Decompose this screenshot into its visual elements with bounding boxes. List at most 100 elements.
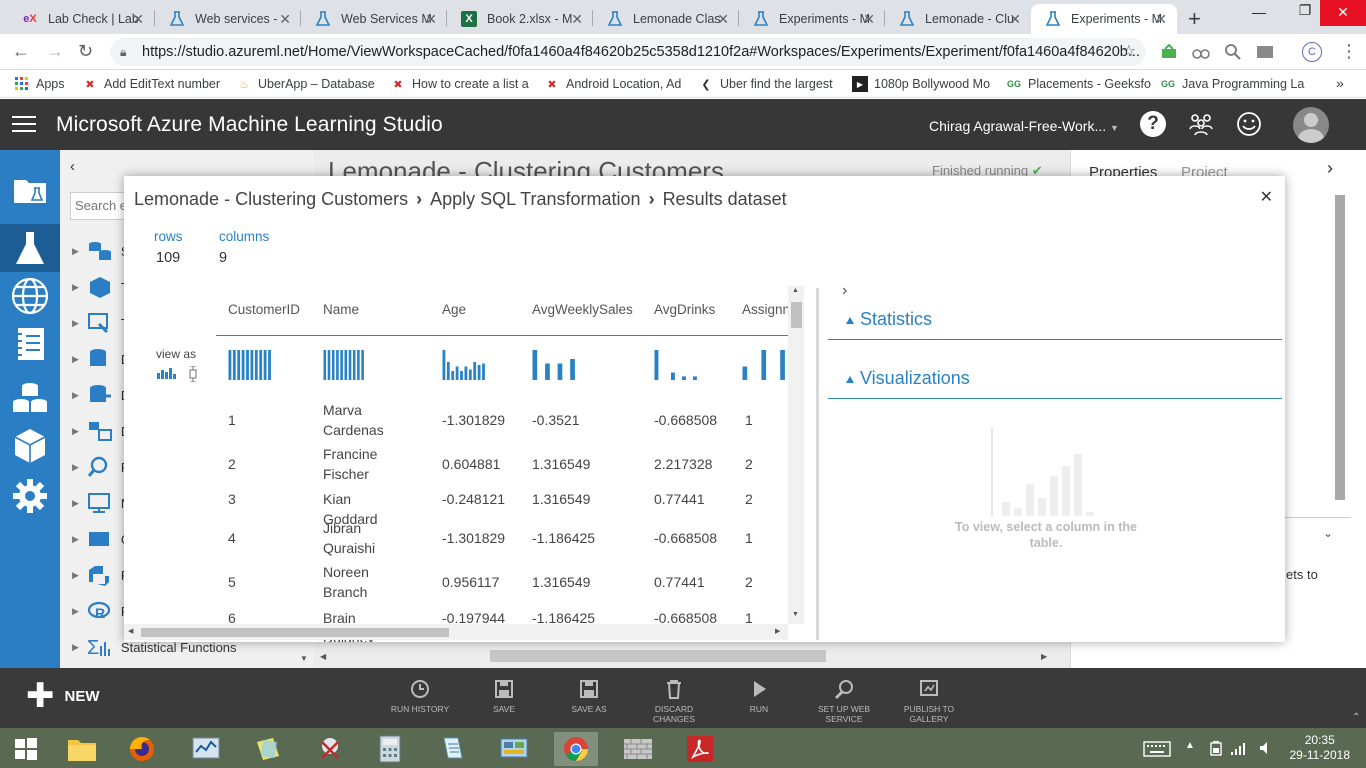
bookmark-item[interactable]: ▶ 1080p Bollywood Mo	[852, 76, 990, 92]
table-row[interactable]: 2 Francine Fischer 0.604881 1.316549 2.21732…	[124, 444, 788, 484]
keyboard-icon[interactable]	[1143, 741, 1171, 757]
browser-tab[interactable]: Experiments - M ✕	[739, 4, 885, 34]
chevron-down-icon[interactable]: ⌄	[1323, 526, 1333, 540]
horizontal-scroll-thumb[interactable]	[141, 628, 449, 637]
browser-tab[interactable]: X Book 2.xlsx - M ✕	[447, 4, 593, 34]
palette-category[interactable]: ▶M	[72, 492, 132, 514]
system-clock[interactable]: 20:35 29-11-2018	[1290, 733, 1351, 763]
notebooks-icon[interactable]	[10, 324, 50, 364]
column-header-customerid[interactable]: CustomerID	[228, 302, 300, 317]
bookmark-apps[interactable]: Apps	[14, 76, 65, 92]
scroll-left-icon[interactable]: ◀	[320, 652, 326, 661]
url-input[interactable]: 🔒︎ https://studio.azureml.net/Home/ViewW…	[110, 38, 1146, 66]
datasets-icon[interactable]	[10, 378, 50, 418]
canvas-scrollbar[interactable]	[490, 650, 826, 662]
windows-start-button[interactable]	[4, 732, 48, 766]
forward-icon[interactable]: →	[46, 41, 64, 62]
menu-icon[interactable]: ⋮	[1340, 41, 1358, 62]
table-vertical-scrollbar[interactable]	[788, 286, 804, 624]
close-tab-icon[interactable]: ✕	[571, 11, 583, 28]
scroll-down-icon[interactable]: ▼	[300, 654, 308, 663]
bookmark-item[interactable]: ♨ UberApp – Database	[236, 76, 375, 92]
close-tab-icon[interactable]: ✕	[1155, 11, 1167, 28]
battery-icon[interactable]	[1210, 740, 1222, 756]
taskbar-calculator[interactable]	[368, 732, 412, 766]
palette-category[interactable]: ▶D	[72, 348, 130, 370]
close-window-button[interactable]: ✕	[1320, 0, 1366, 26]
table-row[interactable]: 4 Jibran Quraishi -1.301829 -1.186425 -0.668…	[124, 518, 788, 558]
settings-gear-icon[interactable]	[10, 476, 50, 516]
palette-category[interactable]: ▶D	[72, 384, 130, 406]
palette-category[interactable]: ▶T	[72, 312, 129, 334]
back-icon[interactable]: ←	[12, 41, 30, 62]
breadcrumb-experiment[interactable]: Lemonade - Clustering Customers	[134, 189, 408, 209]
palette-category[interactable]: ▶T	[72, 276, 129, 298]
close-tab-icon[interactable]: ✕	[1009, 11, 1021, 28]
palette-category[interactable]: ▶S	[72, 240, 130, 262]
extension-icon[interactable]	[1256, 43, 1274, 61]
taskbar-app[interactable]	[616, 732, 660, 766]
browser-tab[interactable]: Web Services M ✕	[301, 4, 447, 34]
close-dialog-icon[interactable]: ✕	[1260, 187, 1273, 207]
star-icon[interactable]: ☆	[1122, 38, 1136, 66]
palette-category[interactable]: ▶F	[72, 456, 129, 478]
bookmark-item[interactable]: ❮ Uber find the largest	[698, 76, 832, 92]
breadcrumb-module[interactable]: Apply SQL Transformation	[430, 189, 640, 209]
taskbar-app[interactable]	[246, 732, 290, 766]
new-tab-button[interactable]: +	[1188, 6, 1201, 32]
scroll-down-icon[interactable]: ▼	[792, 611, 799, 618]
column-header-assignments[interactable]: Assignn	[742, 302, 790, 317]
table-row[interactable]: 5 Noreen Branch 0.956117 1.316549 0.77441 2	[124, 562, 788, 602]
visualizations-section[interactable]: Visualizations	[828, 362, 1282, 399]
module-search-input[interactable]: Search e	[70, 192, 130, 220]
taskbar-acrobat[interactable]	[678, 732, 722, 766]
more-bookmarks-icon[interactable]: »	[1336, 75, 1344, 91]
browser-tab[interactable]: eX Lab Check | Lab ✕	[8, 4, 154, 34]
collapse-palette-icon[interactable]: ‹	[70, 158, 75, 175]
show-hidden-icons-chevron[interactable]: ▲	[1185, 740, 1195, 751]
bookmark-item[interactable]: GG Java Programming La	[1160, 76, 1304, 92]
scroll-left-icon[interactable]: ◀	[128, 627, 133, 635]
column-header-age[interactable]: Age	[442, 302, 466, 317]
palette-category[interactable]: ▶D	[72, 420, 130, 442]
close-tab-icon[interactable]: ✕	[279, 11, 291, 28]
scroll-up-icon[interactable]: ▲	[792, 287, 799, 294]
extension-icon[interactable]	[1192, 43, 1210, 61]
table-row[interactable]: 1 Marva Cardenas -1.301829 -0.3521 -0.668508…	[124, 400, 788, 440]
new-button[interactable]: ✚ NEW	[26, 679, 100, 713]
taskbar-app[interactable]	[492, 732, 536, 766]
scroll-right-icon[interactable]: ▶	[1041, 652, 1047, 661]
experiments-nav[interactable]	[0, 224, 60, 272]
taskbar-chrome[interactable]	[554, 732, 598, 766]
publish-to-gallery-button[interactable]: PUBLISH TO GALLERY	[889, 678, 969, 724]
taskbar-app[interactable]	[308, 732, 352, 766]
panel-divider[interactable]	[816, 288, 819, 640]
hamburger-menu-icon[interactable]	[12, 116, 36, 134]
close-tab-icon[interactable]: ✕	[717, 11, 729, 28]
taskbar-firefox[interactable]	[120, 732, 164, 766]
save-button[interactable]: SAVE	[464, 678, 544, 714]
discard-changes-button[interactable]: DISCARD CHANGES	[634, 678, 714, 724]
palette-category[interactable]: ▶P	[72, 564, 130, 586]
statistics-section[interactable]: Statistics	[828, 303, 1282, 340]
search-icon[interactable]	[1224, 43, 1242, 61]
minimize-button[interactable]: —	[1236, 4, 1282, 20]
column-header-avgdrinks[interactable]: AvgDrinks	[654, 302, 715, 317]
palette-category[interactable]: ▶O	[72, 528, 131, 550]
scroll-right-icon[interactable]: ▶	[775, 627, 780, 635]
projects-icon[interactable]	[10, 170, 50, 210]
column-header-avgweeklysales[interactable]: AvgWeeklySales	[532, 302, 633, 317]
community-icon[interactable]	[1188, 111, 1214, 137]
table-row[interactable]: 3 Kian Goddard -0.248121 1.316549 0.77441 2	[124, 489, 788, 527]
trained-models-cube-icon[interactable]	[10, 426, 50, 466]
collapse-bar-icon[interactable]: ⌃	[1352, 712, 1360, 723]
set-up-web-service-button[interactable]: SET UP WEB SERVICE	[804, 678, 884, 724]
bookmark-item[interactable]: ✖ Add EditText number	[82, 76, 220, 92]
browser-tab[interactable]: Lemonade - Clu ✕	[885, 4, 1031, 34]
profile-avatar[interactable]: C	[1302, 42, 1322, 62]
close-tab-icon[interactable]: ✕	[863, 11, 875, 28]
browser-tab-active[interactable]: Experiments - M ✕	[1031, 4, 1177, 34]
bookmark-item[interactable]: ✖ How to create a list a	[390, 76, 528, 92]
network-signal-icon[interactable]	[1230, 740, 1248, 756]
vertical-scroll-thumb[interactable]	[791, 302, 802, 328]
